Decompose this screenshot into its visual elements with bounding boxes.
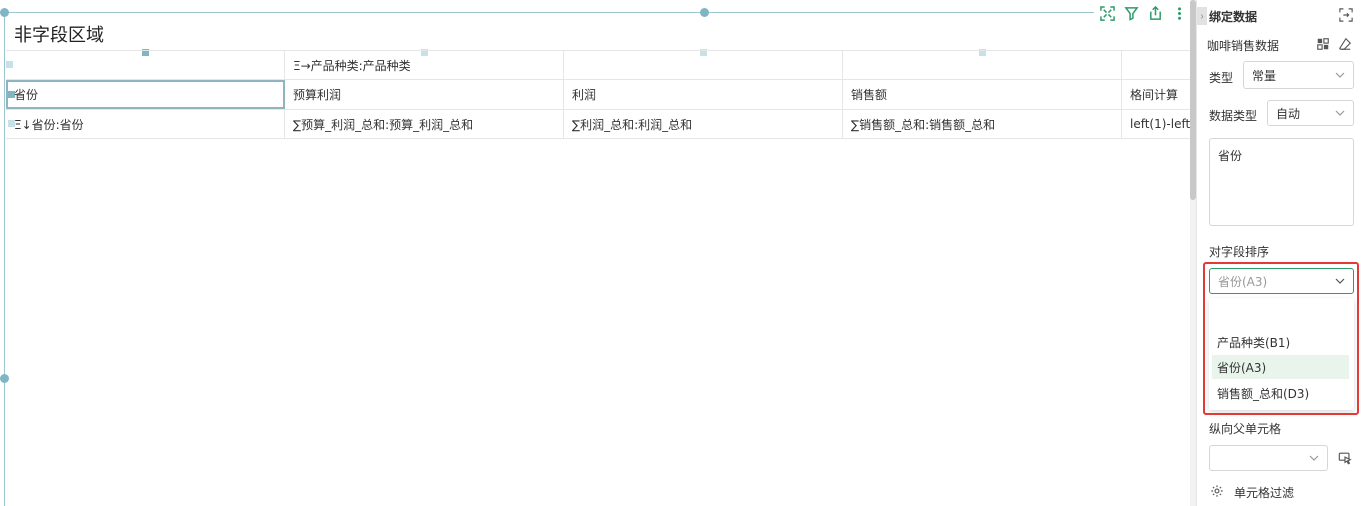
cell-a3[interactable]: Ξ↓省份:省份 bbox=[6, 110, 285, 138]
sort-option[interactable]: 销售额_总和(D3) bbox=[1212, 381, 1349, 405]
collapse-panel-icon[interactable]: › bbox=[1197, 7, 1207, 25]
chevron-down-icon bbox=[1309, 452, 1319, 462]
field-expression-textarea[interactable]: 省份 bbox=[1209, 138, 1354, 226]
report-canvas[interactable]: 非字段区域 Ξ→产品种类:产品种类 省份 预算利润 利润 销售额 格间计算 Ξ↓… bbox=[0, 0, 1190, 506]
table-row: Ξ→产品种类:产品种类 bbox=[6, 50, 1190, 80]
chevron-down-icon bbox=[1335, 107, 1345, 117]
fullscreen-icon[interactable] bbox=[1098, 4, 1116, 22]
resize-handle-top[interactable] bbox=[700, 8, 709, 17]
data-type-select-value: 自动 bbox=[1276, 106, 1301, 121]
cell-b2[interactable]: 预算利润 bbox=[285, 80, 564, 109]
cell-b1[interactable]: Ξ→产品种类:产品种类 bbox=[285, 51, 564, 79]
cell-c2[interactable]: 利润 bbox=[564, 80, 843, 109]
parent-cell-label: 纵向父单元格 bbox=[1209, 422, 1282, 436]
data-type-label: 数据类型 bbox=[1209, 109, 1258, 123]
widget-toolbar bbox=[1094, 1, 1190, 25]
filter-icon[interactable] bbox=[1122, 4, 1140, 22]
cell-a2[interactable]: 省份 bbox=[6, 80, 285, 109]
sort-field-select[interactable]: 省份(A3) bbox=[1209, 268, 1354, 294]
pick-cell-icon[interactable] bbox=[1336, 449, 1354, 467]
chevron-down-icon bbox=[1335, 275, 1345, 285]
table-row: Ξ↓省份:省份 ∑预算_利润_总和:预算_利润_总和 ∑利润_总和:利润_总和 … bbox=[6, 110, 1190, 139]
cell-b3[interactable]: ∑预算_利润_总和:预算_利润_总和 bbox=[285, 110, 564, 138]
cell-d3[interactable]: ∑销售额_总和:销售额_总和 bbox=[843, 110, 1122, 138]
resize-handle-top-left[interactable] bbox=[0, 8, 9, 17]
widget-title: 非字段区域 bbox=[14, 25, 104, 46]
sort-option-selected[interactable]: 省份(A3) bbox=[1212, 355, 1349, 379]
export-icon[interactable] bbox=[1146, 4, 1164, 22]
resize-handle-left[interactable] bbox=[0, 374, 9, 383]
sort-select-value: 省份(A3) bbox=[1218, 274, 1268, 289]
dataset-grid-icon[interactable] bbox=[1315, 36, 1331, 52]
sort-label: 对字段排序 bbox=[1209, 245, 1270, 259]
cell-d2[interactable]: 销售额 bbox=[843, 80, 1122, 109]
cell-e2[interactable]: 格间计算 bbox=[1122, 80, 1190, 109]
data-type-select[interactable]: 自动 bbox=[1267, 100, 1354, 126]
type-select-value: 常量 bbox=[1252, 68, 1277, 83]
type-select[interactable]: 常量 bbox=[1243, 61, 1354, 89]
binding-panel: › 绑定数据 咖啡销售数据 类型 常量 数据类型 自动 省份 对字段排序 省份(… bbox=[1196, 0, 1363, 506]
panel-title: 绑定数据 bbox=[1209, 10, 1258, 24]
parent-cell-select[interactable] bbox=[1209, 445, 1328, 471]
dataset-name: 咖啡销售数据 bbox=[1207, 39, 1280, 53]
more-icon[interactable] bbox=[1170, 4, 1188, 22]
cell-filter-label[interactable]: 单元格过滤 bbox=[1234, 484, 1294, 501]
switch-binding-icon[interactable] bbox=[1337, 7, 1355, 23]
cell-d1[interactable] bbox=[843, 51, 1122, 79]
cell-e3[interactable]: left(1)-left( bbox=[1122, 110, 1190, 138]
gear-icon[interactable] bbox=[1209, 483, 1225, 499]
sort-option[interactable]: 产品种类(B1) bbox=[1212, 330, 1349, 354]
cell-c1[interactable] bbox=[564, 51, 843, 79]
cell-c3[interactable]: ∑利润_总和:利润_总和 bbox=[564, 110, 843, 138]
type-label: 类型 bbox=[1209, 71, 1234, 85]
cell-e1[interactable] bbox=[1122, 51, 1190, 79]
chevron-down-icon bbox=[1335, 69, 1345, 79]
cell-a1[interactable] bbox=[6, 51, 285, 79]
eraser-icon[interactable] bbox=[1337, 36, 1353, 52]
table-row: 省份 预算利润 利润 销售额 格间计算 bbox=[6, 80, 1190, 110]
sort-dropdown-list: 产品种类(B1) 省份(A3) 销售额_总和(D3) bbox=[1209, 298, 1354, 410]
